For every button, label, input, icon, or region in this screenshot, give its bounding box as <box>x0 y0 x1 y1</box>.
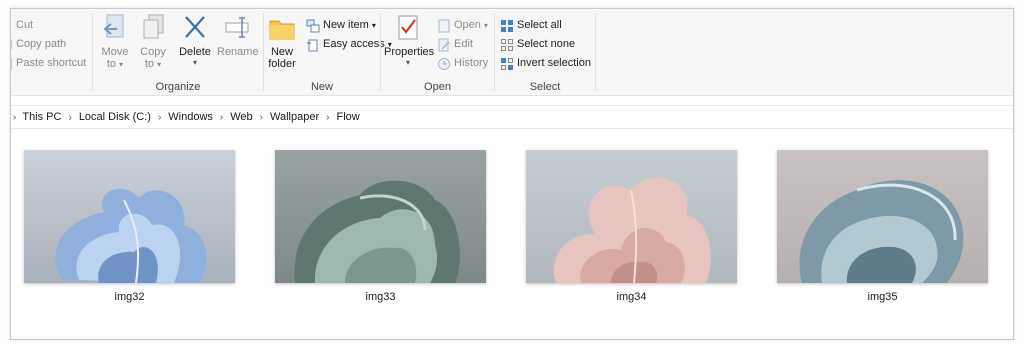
breadcrumb-item[interactable]: This PC <box>22 111 61 123</box>
easy-access-button[interactable]: Easy access ▾ <box>306 36 392 53</box>
invert-selection-label: Invert selection <box>517 57 591 69</box>
copy-to-icon <box>139 13 167 43</box>
breadcrumb-item[interactable]: Wallpaper <box>270 111 319 123</box>
chevron-right-icon[interactable]: › <box>326 112 329 123</box>
copy-path-button[interactable]: Copy path <box>11 36 67 53</box>
properties-label: Properties <box>384 46 435 58</box>
chevron-right-icon[interactable]: › <box>13 112 16 123</box>
delete-button[interactable]: Delete ▾ <box>177 13 213 67</box>
move-to-label-2: to <box>106 58 117 70</box>
file-explorer-window: Cut Copy path Paste shortcut Move to ▾ C… <box>10 8 1014 340</box>
chevron-right-icon[interactable]: › <box>260 112 263 123</box>
edit-icon <box>437 38 451 52</box>
new-folder-label-1: New <box>270 46 293 58</box>
paste-shortcut-label: Paste shortcut <box>16 57 87 69</box>
new-folder-label-2: folder <box>268 58 296 70</box>
new-group: New folder New item ▾ Easy access ▾ New <box>264 9 392 95</box>
easy-access-label: Easy access <box>323 38 385 50</box>
copy-to-label-1: Copy <box>140 46 166 58</box>
invert-selection-button[interactable]: Invert selection <box>500 55 591 72</box>
history-icon <box>437 57 451 71</box>
clipboard-group: Cut Copy path Paste shortcut <box>11 9 91 95</box>
file-name[interactable]: img34 <box>526 291 737 303</box>
teal-flow-image <box>777 150 988 283</box>
organize-group-label: Organize <box>155 81 201 93</box>
select-none-icon <box>500 38 514 52</box>
ribbon: Cut Copy path Paste shortcut Move to ▾ C… <box>11 9 1013 96</box>
pink-flow-image <box>526 150 737 283</box>
copy-path-icon <box>11 38 13 52</box>
new-item-button[interactable]: New item ▾ <box>306 17 376 34</box>
delete-dropdown-caret[interactable]: ▾ <box>177 59 213 67</box>
file-name[interactable]: img33 <box>275 291 486 303</box>
open-icon <box>437 19 451 33</box>
breadcrumb-item[interactable]: Flow <box>336 111 359 123</box>
file-thumbnail-img34[interactable] <box>526 150 737 283</box>
rename-icon <box>223 13 251 43</box>
select-all-label: Select all <box>517 19 562 31</box>
chevron-right-icon[interactable]: › <box>158 112 161 123</box>
history-label: History <box>454 57 489 69</box>
file-thumbnail-img33[interactable] <box>275 150 486 283</box>
breadcrumb-item[interactable]: Local Disk (C:) <box>79 111 151 123</box>
new-folder-button[interactable]: New folder <box>266 13 298 70</box>
green-flow-image <box>275 150 486 283</box>
history-button[interactable]: History <box>437 55 488 72</box>
copy-to-button[interactable]: Copy to ▾ <box>137 13 169 71</box>
address-bar[interactable]: › This PC › Local Disk (C:) › Windows › … <box>11 105 1013 129</box>
chevron-right-icon[interactable]: › <box>220 112 223 123</box>
organize-group: Move to ▾ Copy to ▾ Delete ▾ Rename Orga… <box>93 9 263 95</box>
delete-label: Delete <box>179 46 211 58</box>
blue-flow-image <box>24 150 235 283</box>
cut-button[interactable]: Cut <box>11 17 34 34</box>
properties-button[interactable]: Properties ▾ <box>384 13 435 67</box>
rename-label: Rename <box>217 46 259 58</box>
invert-selection-icon <box>500 57 514 71</box>
delete-x-icon <box>181 13 209 43</box>
file-name[interactable]: img32 <box>24 291 235 303</box>
copy-path-label: Copy path <box>16 38 67 50</box>
select-group-label: Select <box>529 81 561 93</box>
open-group: Properties ▾ Open ▾ Edit History Open <box>381 9 494 95</box>
select-group: Select all Select none Invert selection … <box>495 9 595 95</box>
open-group-label: Open <box>424 81 451 93</box>
move-to-icon <box>101 13 129 43</box>
open-button[interactable]: Open ▾ <box>437 17 488 34</box>
paste-shortcut-button[interactable]: Paste shortcut <box>11 55 87 72</box>
new-group-label: New <box>310 81 333 93</box>
open-label: Open <box>454 19 481 31</box>
file-thumbnail-img35[interactable] <box>777 150 988 283</box>
select-all-button[interactable]: Select all <box>500 17 562 34</box>
edit-label: Edit <box>454 38 473 50</box>
move-to-button[interactable]: Move to ▾ <box>99 13 131 71</box>
cut-label: Cut <box>16 19 34 31</box>
breadcrumb-item[interactable]: Web <box>230 111 252 123</box>
select-all-icon <box>500 19 514 33</box>
scissors-icon <box>11 19 13 33</box>
new-item-icon <box>306 19 320 33</box>
edit-button[interactable]: Edit <box>437 36 473 53</box>
breadcrumb-item[interactable]: Windows <box>168 111 213 123</box>
new-item-label: New item <box>323 19 369 31</box>
file-thumbnail-img32[interactable] <box>24 150 235 283</box>
properties-icon <box>394 13 422 43</box>
new-folder-icon <box>268 13 296 43</box>
chevron-right-icon[interactable]: › <box>68 112 71 123</box>
ribbon-divider <box>595 13 596 91</box>
paste-shortcut-icon <box>11 57 13 71</box>
copy-to-label-2: to <box>144 58 155 70</box>
select-none-label: Select none <box>517 38 576 50</box>
file-view: img32 img33 img34 img35 <box>11 129 1013 339</box>
move-to-label-1: Move <box>101 46 129 58</box>
rename-button[interactable]: Rename <box>217 13 259 58</box>
select-none-button[interactable]: Select none <box>500 36 575 53</box>
file-name[interactable]: img35 <box>777 291 988 303</box>
easy-access-icon <box>306 38 320 52</box>
properties-dropdown-caret[interactable]: ▾ <box>384 59 432 67</box>
